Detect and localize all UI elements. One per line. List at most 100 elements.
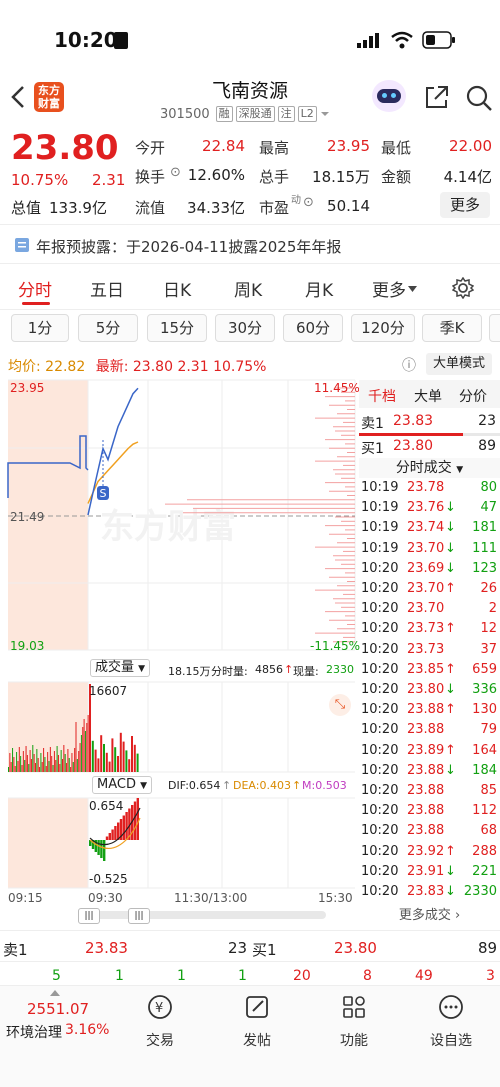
- sell-marker-text: S: [100, 487, 107, 500]
- tab-price-dist[interactable]: 分价: [459, 386, 487, 406]
- macd-indicator-select[interactable]: MACD ▼: [92, 776, 153, 794]
- tab-big-orders[interactable]: 大单: [414, 386, 442, 406]
- tick-price: 23.83: [407, 884, 445, 899]
- change-pct: 10.75%: [11, 171, 69, 189]
- battery-icon: [422, 31, 455, 49]
- order-book-panel: 千档 大单 分价 卖1 23.83 23 买1 23.80 89 分时成交 ▼ …: [359, 378, 500, 928]
- macd-bar: [108, 833, 111, 840]
- tick-volume: 37: [480, 641, 497, 657]
- volume-bar: [119, 732, 122, 772]
- level-count-1: 5: [52, 968, 61, 984]
- pe-info-icon[interactable]: ⊙: [303, 195, 314, 210]
- nav-post[interactable]: 发帖: [217, 994, 297, 1050]
- index-pct[interactable]: 3.16%: [65, 1022, 109, 1038]
- scroll-track[interactable]: [78, 911, 326, 919]
- bottom-nav: 2551.07 环境治理 3.16% ¥ 交易 发帖 功能 设自选: [0, 985, 500, 1087]
- assistant-avatar-icon[interactable]: [372, 80, 406, 112]
- volume-indicator-select[interactable]: 成交量 ▼: [90, 659, 151, 677]
- tag-level2: L2: [297, 106, 317, 122]
- tab-daily-k[interactable]: 日K: [163, 276, 191, 301]
- tick-volume: 47: [480, 500, 497, 516]
- tick-volume: 184: [472, 762, 497, 778]
- sell1-label: 卖1: [361, 416, 384, 432]
- tab-underline: [22, 302, 50, 305]
- y-max-label: 23.95: [10, 381, 45, 395]
- tick-row: 10:20 23.89 ↑ 164: [361, 743, 497, 763]
- intraday-chart[interactable]: 东方财富 S 23.95 21.49 19.03 11.45% -11.45% …: [0, 378, 360, 924]
- help-icon[interactable]: ⓘ: [402, 355, 416, 375]
- tick-row: 10:19 23.78 80: [361, 480, 497, 500]
- volume-bar: [22, 751, 24, 772]
- period-120min[interactable]: 120分: [351, 314, 415, 342]
- tab-intraday[interactable]: 分时: [18, 276, 52, 301]
- tick-time: 10:20: [361, 702, 399, 718]
- tick-price: 23.73: [407, 621, 445, 637]
- tick-volume: 221: [472, 863, 497, 879]
- status-time: 10:20: [54, 28, 118, 52]
- volume-bar: [136, 753, 139, 772]
- tab-weekly-k[interactable]: 周K: [234, 276, 262, 301]
- period-quarterly[interactable]: 季K: [422, 314, 482, 342]
- info-circle-icon[interactable]: ⊙: [170, 165, 181, 180]
- period-15min[interactable]: 15分: [147, 314, 207, 342]
- nav-trade[interactable]: ¥ 交易: [120, 994, 200, 1050]
- x-start-label: 09:15: [8, 891, 43, 905]
- stock-code-row: 301500 融 深股通 注 L2: [160, 106, 330, 122]
- gear-icon[interactable]: [452, 277, 474, 299]
- range-handle-left[interactable]: |||: [78, 908, 100, 924]
- up-arrow-icon: ↑: [284, 663, 294, 676]
- tab-monthly-k[interactable]: 月K: [305, 276, 333, 301]
- buy1-row: 买1 23.80 89: [361, 438, 498, 458]
- tick-direction: ↓: [445, 884, 456, 899]
- latest-label: 最新:: [95, 359, 129, 375]
- caret-up-icon: [50, 990, 60, 996]
- tick-price: 23.70: [407, 601, 445, 617]
- macd-bar: [114, 826, 117, 840]
- big-order-mode-button[interactable]: 大单模式: [426, 353, 492, 375]
- pe-value: 50.14: [327, 197, 370, 215]
- share-icon[interactable]: [424, 84, 450, 110]
- caret-down-icon[interactable]: [320, 110, 330, 118]
- macd-bar: [103, 840, 106, 861]
- volume-bar: [122, 741, 125, 772]
- tick-time: 10:20: [361, 843, 399, 859]
- tick-row: 10:20 23.91 ↓ 221: [361, 864, 497, 884]
- tick-row: 10:20 23.88 112: [361, 803, 497, 823]
- nav-set-watchlist[interactable]: 设自选: [411, 994, 491, 1050]
- period-1min[interactable]: 1分: [11, 314, 69, 342]
- volume-bar: [18, 747, 20, 772]
- search-icon[interactable]: [465, 84, 493, 112]
- depth-bar: [359, 433, 500, 436]
- more-quote-button[interactable]: 更多: [440, 192, 490, 218]
- period-overflow[interactable]: [489, 314, 500, 342]
- preopen-shade-macd: [8, 798, 88, 888]
- tick-price: 23.92: [407, 843, 445, 859]
- tab-more[interactable]: 更多: [372, 276, 406, 301]
- tag-registered: 注: [277, 106, 295, 122]
- price-line: [87, 387, 139, 516]
- volume-bar: [21, 765, 23, 772]
- tick-direction: ↑: [445, 702, 456, 718]
- level-count-3: 1: [177, 968, 186, 984]
- tick-time: 10:20: [361, 742, 399, 758]
- pct-max-label: 11.45%: [314, 381, 360, 395]
- macd-bar: [97, 840, 100, 855]
- period-30min[interactable]: 30分: [215, 314, 275, 342]
- index-name[interactable]: 环境治理: [6, 1022, 62, 1042]
- xian-value: 2330: [326, 663, 354, 676]
- index-value[interactable]: 2551.07: [27, 1000, 89, 1018]
- tick-row: 10:20 23.88 85: [361, 783, 497, 803]
- macd-m: M:0.503: [302, 779, 347, 792]
- period-60min[interactable]: 60分: [283, 314, 343, 342]
- tick-volume: 336: [472, 682, 497, 697]
- nav-functions[interactable]: 功能: [314, 994, 394, 1050]
- y-mid-label: 21.49: [10, 510, 45, 524]
- tab-five-day[interactable]: 五日: [90, 276, 124, 301]
- more-ticks-link[interactable]: 更多成交 ›: [359, 904, 500, 923]
- annual-report-notice[interactable]: 年报预披露：于2026-04-11披露2025年年报: [0, 224, 500, 264]
- xian-label: 现量:: [293, 665, 319, 678]
- expand-icon[interactable]: ⤡: [329, 694, 351, 716]
- period-5min[interactable]: 5分: [78, 314, 138, 342]
- tab-depth[interactable]: 千档: [368, 386, 396, 406]
- range-handle-right[interactable]: |||: [128, 908, 150, 924]
